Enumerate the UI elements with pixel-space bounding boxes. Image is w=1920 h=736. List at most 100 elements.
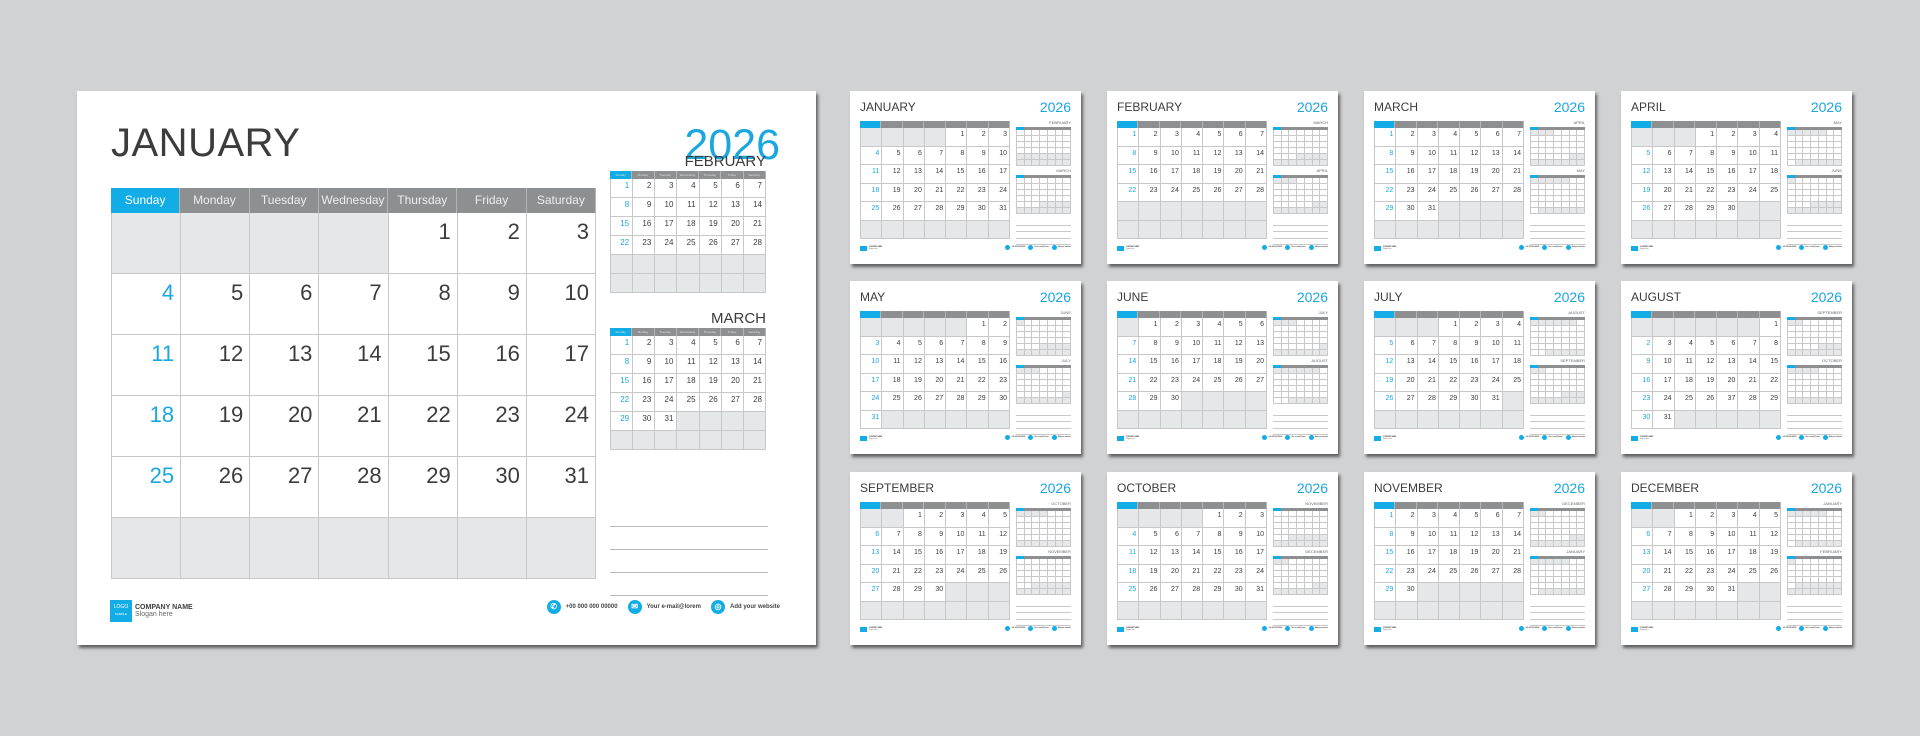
empty-cell — [1304, 398, 1313, 404]
empty-cell — [1118, 202, 1140, 221]
empty-cell — [1274, 350, 1282, 356]
empty-cell — [112, 518, 182, 579]
empty-cell — [1569, 589, 1578, 595]
day-cell: 15 — [611, 374, 634, 393]
empty-cell — [1803, 208, 1812, 214]
empty-cell — [633, 274, 656, 293]
empty-cell — [1289, 350, 1298, 356]
day-cell: 4 — [1118, 527, 1140, 546]
empty-cell — [988, 583, 1010, 602]
empty-cell — [1289, 208, 1298, 214]
day-cell: 23 — [967, 183, 989, 202]
empty-cell — [1312, 160, 1321, 166]
month-title: AUGUST — [1631, 290, 1682, 304]
phone-icon — [1262, 435, 1268, 440]
empty-cell — [1040, 398, 1048, 404]
month-grid: 1 2 3 4 5 6 7 8 9 10 11 12 13 14 15 16 17 18 19 20 21 22 23 24 2… — [1374, 311, 1524, 429]
calendar-card-september: SEPTEMBER 2026 1 2 3 4 5 6 7 8 9 10 11 12 13 14 15 16 17 18… — [850, 472, 1081, 645]
weekday-monday: Monday — [632, 171, 655, 179]
day-cell: 15 — [1695, 165, 1718, 184]
day-cell: 7 — [1417, 336, 1439, 355]
empty-cell — [1561, 541, 1570, 547]
logo — [1631, 436, 1638, 441]
day-cell: 22 — [611, 393, 634, 412]
contact-info: +00 000 000 00000 Your e-mail@lorem Add yo… — [1005, 245, 1071, 250]
empty-cell — [1803, 160, 1812, 166]
day-cell: 23 — [1396, 564, 1418, 583]
envelope-icon — [1285, 626, 1291, 631]
empty-cell — [1203, 410, 1225, 429]
weekday-tuesday — [1416, 311, 1439, 318]
notes-lines — [1273, 219, 1328, 245]
day-cell: 16 — [1396, 165, 1418, 184]
day-cell: 9 — [1717, 146, 1739, 165]
mini-calendar-next-month: FEBRUARY Sunday Monday Tuesday Wednesday Thur… — [610, 153, 766, 293]
mini-month-title: JUNE — [1831, 168, 1842, 173]
weekday-friday: Friday — [721, 171, 744, 179]
mini-month-title: JULY — [1318, 310, 1328, 315]
company-slogan: Slogan here — [869, 438, 878, 440]
weekday-friday — [1738, 502, 1760, 509]
envelope-icon — [1542, 626, 1548, 631]
logo — [860, 627, 867, 632]
envelope-icon — [1028, 626, 1034, 631]
empty-cell — [1554, 541, 1562, 547]
empty-cell — [1811, 208, 1819, 214]
empty-cell — [655, 431, 678, 450]
empty-cell — [721, 412, 744, 431]
empty-cell — [1024, 589, 1033, 595]
day-cell: 3 — [1717, 509, 1739, 528]
empty-cell — [1653, 220, 1675, 239]
empty-cell — [1139, 220, 1161, 239]
day-cell: 28 — [743, 236, 766, 255]
empty-cell — [1289, 541, 1298, 547]
empty-cell — [1417, 583, 1439, 602]
day-cell: 31 — [861, 410, 883, 429]
day-cell: 21 — [1181, 564, 1204, 583]
contact-phone: +00 000 000 00000 — [1519, 245, 1539, 250]
weekday-monday — [1395, 502, 1417, 509]
day-cell: 8 — [1203, 527, 1225, 546]
empty-cell — [1312, 208, 1321, 214]
contact-phone: +00 000 000 00000 — [1262, 435, 1282, 440]
company-brand: COMPANY NAME Slogan here — [1631, 627, 1653, 632]
envelope-icon — [1285, 245, 1291, 250]
weekday-wednesday — [1438, 311, 1460, 318]
empty-cell — [1047, 398, 1056, 404]
empty-cell — [1055, 350, 1064, 356]
empty-cell — [1460, 601, 1482, 620]
empty-cell — [1017, 589, 1025, 595]
day-cell: 8 — [1375, 146, 1397, 165]
empty-cell — [1063, 350, 1071, 356]
empty-cell — [1304, 208, 1313, 214]
day-cell: 27 — [1632, 583, 1654, 602]
empty-cell — [677, 412, 700, 431]
empty-cell — [1717, 410, 1739, 429]
day-cell: 26 — [1375, 392, 1397, 411]
contact-website: Add your website — [1308, 435, 1328, 440]
day-cell: 1 — [1139, 318, 1161, 337]
day-cell: 24 — [861, 392, 883, 411]
weekday-friday — [1481, 121, 1503, 128]
empty-cell — [1481, 410, 1503, 429]
empty-cell — [1417, 601, 1439, 620]
empty-cell — [1032, 208, 1041, 214]
day-cell: 16 — [1717, 165, 1739, 184]
empty-cell — [388, 518, 458, 579]
envelope-icon — [1542, 435, 1548, 440]
empty-cell — [1531, 160, 1539, 166]
day-cell: 19 — [1139, 564, 1161, 583]
day-cell: 17 — [1160, 165, 1182, 184]
phone-icon: ✆ — [546, 600, 561, 614]
weekday-saturday — [1502, 311, 1524, 318]
globe-icon — [1822, 245, 1828, 250]
day-cell — [1788, 541, 1796, 547]
empty-cell — [1826, 541, 1835, 547]
empty-cell — [967, 601, 989, 620]
day-cell: 23 — [1717, 183, 1739, 202]
month-title: FEBRUARY — [1117, 100, 1183, 114]
weekday-wednesday: Wednesday — [676, 171, 700, 179]
mini-month-title: JULY — [1061, 358, 1071, 363]
weekday-header — [1631, 311, 1781, 318]
globe-icon — [1822, 435, 1828, 440]
